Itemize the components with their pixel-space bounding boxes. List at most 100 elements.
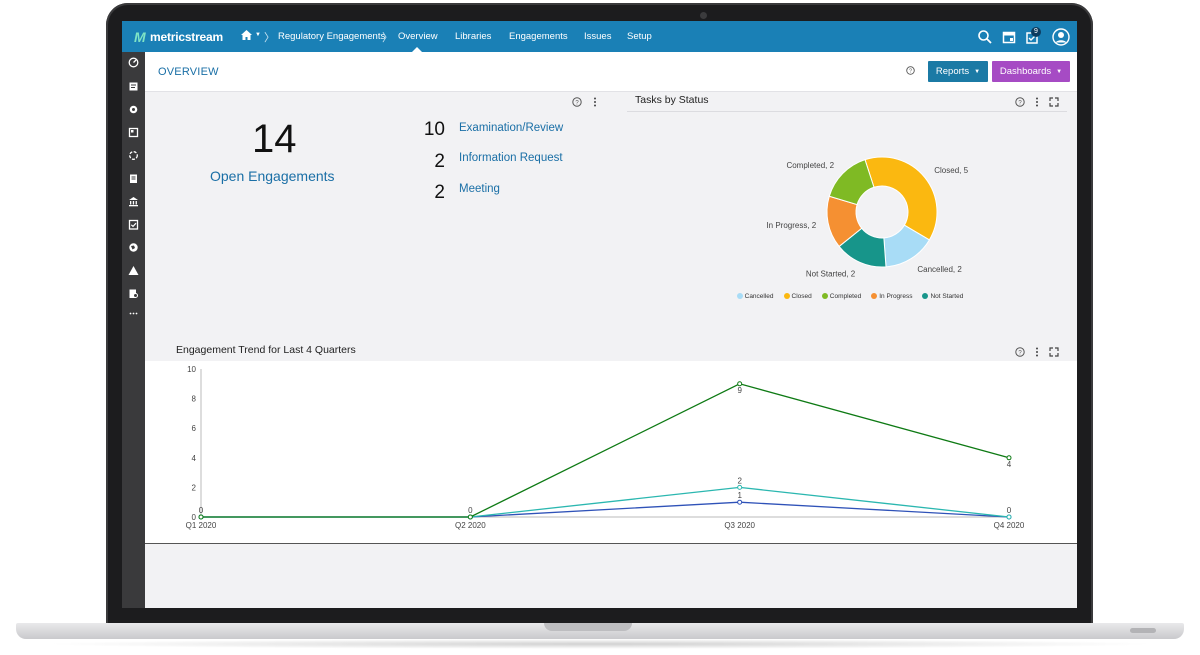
legend-dot bbox=[783, 293, 790, 299]
legend-dot bbox=[821, 293, 828, 299]
logo-text: metricstream bbox=[150, 30, 223, 44]
help-icon[interactable]: ? bbox=[906, 66, 915, 75]
page-title: OVERVIEW bbox=[158, 66, 219, 78]
breadcrumb-regulatory-engagements[interactable]: Regulatory Engagements bbox=[278, 31, 385, 42]
breadcrumb-separator-icon: 〉 bbox=[382, 32, 393, 44]
help-icon[interactable]: ? bbox=[1015, 347, 1025, 357]
laptop-slot bbox=[1130, 628, 1156, 633]
divider bbox=[627, 111, 1067, 112]
kebab-menu-icon[interactable] bbox=[1032, 347, 1042, 357]
data-label: 1 bbox=[737, 491, 742, 500]
app-screen: M metricstream ▼ 〉 Regulatory Engagement… bbox=[122, 21, 1077, 608]
data-label: 2 bbox=[737, 476, 742, 485]
series-line bbox=[201, 383, 1010, 518]
chevron-down-icon: ▼ bbox=[1056, 68, 1063, 75]
y-tick-label: 2 bbox=[192, 483, 197, 492]
dashboards-button-label: Dashboards bbox=[999, 66, 1052, 77]
data-point[interactable] bbox=[198, 514, 204, 520]
tasks-donut-chart: Closed, 5 Cancelled, 2 Not Started, 2 In Pr… bbox=[766, 156, 969, 278]
data-point[interactable] bbox=[1006, 514, 1012, 520]
globe-icon[interactable] bbox=[128, 242, 139, 253]
donut-slice-completed[interactable] bbox=[828, 159, 875, 206]
legend-item-completed[interactable]: Completed bbox=[821, 290, 862, 302]
more-icon[interactable] bbox=[128, 308, 139, 319]
legend-item-not-started[interactable]: Not Started bbox=[922, 290, 963, 302]
trend-chart-area: 0 2 4 6 8 10 Q1 2020 Q2 2020 Q3 2020 Q4 2020 1 2 0 0 0… bbox=[145, 361, 1077, 544]
meeting-count: 2 bbox=[434, 182, 445, 203]
meeting-link[interactable]: Meeting bbox=[459, 183, 500, 195]
trend-widget-title: Engagement Trend for Last 4 Quarters bbox=[176, 344, 356, 356]
reports-button[interactable]: Reports ▼ bbox=[928, 61, 988, 82]
data-label: 0 bbox=[199, 506, 204, 515]
y-tick-label: 10 bbox=[187, 365, 196, 374]
legend-item-closed[interactable]: Closed bbox=[783, 290, 812, 302]
report-icon[interactable] bbox=[128, 81, 139, 92]
expand-icon[interactable] bbox=[1049, 347, 1059, 357]
nav-engagements[interactable]: Engagements bbox=[509, 31, 568, 42]
chevron-down-icon: ▼ bbox=[255, 32, 261, 38]
open-engagements-link[interactable]: Open Engagements bbox=[210, 168, 335, 184]
dashboard-icon[interactable] bbox=[128, 57, 139, 68]
home-menu[interactable]: ▼ bbox=[241, 30, 261, 40]
legend-item-cancelled[interactable]: Cancelled bbox=[736, 290, 774, 302]
x-tick-label: Q4 2020 bbox=[994, 521, 1025, 530]
laptop-notch bbox=[544, 623, 632, 631]
legend-item-in-progress[interactable]: In Progress bbox=[871, 290, 912, 302]
kebab-menu-icon[interactable] bbox=[590, 97, 600, 107]
data-label: 0 bbox=[468, 506, 473, 515]
legend-dot bbox=[922, 293, 929, 299]
donut-slice-closed[interactable] bbox=[864, 156, 938, 241]
warning-icon[interactable] bbox=[128, 265, 139, 276]
nav-libraries[interactable]: Libraries bbox=[455, 31, 491, 42]
tasks-widget-title: Tasks by Status bbox=[635, 94, 709, 106]
series-line bbox=[201, 501, 1010, 518]
nav-issues[interactable]: Issues bbox=[584, 31, 611, 42]
examination-review-link[interactable]: Examination/Review bbox=[459, 122, 563, 134]
x-tick-label: Q2 2020 bbox=[455, 521, 486, 530]
logo-mark-icon: M bbox=[134, 28, 146, 45]
checklist-icon[interactable] bbox=[128, 219, 139, 230]
notification-badge: 9 bbox=[1031, 27, 1041, 37]
x-tick-label: Q1 2020 bbox=[186, 521, 217, 530]
tasks-legend: Cancelled Closed Completed In Progress N… bbox=[720, 290, 980, 302]
calendar-icon[interactable] bbox=[1001, 29, 1017, 45]
legend-label: Closed bbox=[791, 292, 812, 300]
file-search-icon[interactable] bbox=[128, 288, 139, 299]
user-avatar-icon[interactable] bbox=[1052, 28, 1070, 46]
legend-label: Completed bbox=[829, 292, 862, 300]
help-icon[interactable]: ? bbox=[1015, 97, 1025, 107]
data-label: 9 bbox=[737, 386, 742, 395]
y-tick-label: 8 bbox=[192, 395, 197, 404]
settings-icon[interactable] bbox=[128, 104, 139, 115]
information-request-count: 2 bbox=[434, 151, 445, 172]
information-request-link[interactable]: Information Request bbox=[459, 152, 563, 164]
refresh-icon[interactable] bbox=[128, 150, 139, 161]
library-icon[interactable] bbox=[128, 127, 139, 138]
app-logo[interactable]: M metricstream bbox=[134, 27, 223, 47]
legend-dot bbox=[871, 293, 878, 299]
data-point[interactable] bbox=[737, 484, 743, 490]
kebab-menu-icon[interactable] bbox=[1032, 97, 1042, 107]
legend-label: In Progress bbox=[879, 292, 913, 300]
donut-data-label: Not Started, 2 bbox=[806, 269, 856, 278]
x-tick-label: Q3 2020 bbox=[724, 521, 755, 530]
help-icon[interactable]: ? bbox=[572, 97, 582, 107]
donut-data-label: In Progress, 2 bbox=[766, 221, 816, 230]
nav-setup[interactable]: Setup bbox=[627, 31, 652, 42]
data-point[interactable] bbox=[737, 499, 743, 505]
camera bbox=[700, 12, 707, 19]
svg-text:?: ? bbox=[909, 69, 912, 75]
y-tick-label: 6 bbox=[192, 424, 197, 433]
bank-icon[interactable] bbox=[128, 196, 139, 207]
laptop-shadow bbox=[40, 639, 1160, 649]
data-point[interactable] bbox=[467, 514, 473, 520]
nav-overview[interactable]: Overview bbox=[398, 31, 438, 42]
engagement-trend-chart: 0246810Q1 2020 Q2 2020 Q3 2020 Q4 20201200 0… bbox=[186, 365, 1025, 530]
expand-icon[interactable] bbox=[1049, 97, 1059, 107]
breadcrumb-separator-icon: 〉 bbox=[264, 32, 275, 44]
dashboards-button[interactable]: Dashboards ▼ bbox=[992, 61, 1070, 82]
search-icon[interactable] bbox=[977, 29, 993, 45]
page-header: OVERVIEW ? Reports ▼ Dashboards ▼ bbox=[145, 52, 1077, 92]
document-icon[interactable] bbox=[128, 173, 139, 184]
donut-data-label: Completed, 2 bbox=[786, 161, 834, 170]
